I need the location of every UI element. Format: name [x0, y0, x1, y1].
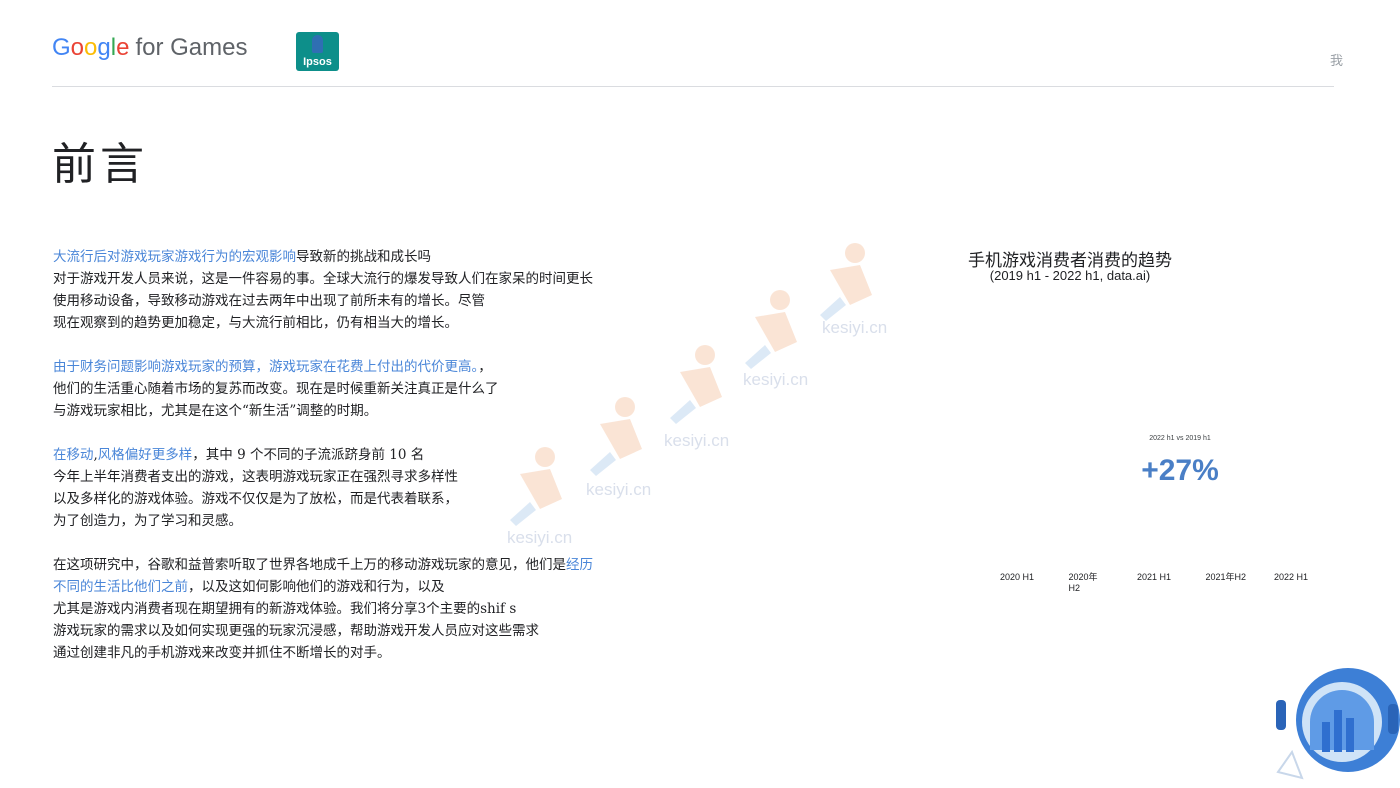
astronaut-mascot-icon: [1276, 668, 1400, 780]
paragraph-line: 尤其是游戏内消费者现在期望拥有的新游戏体验。我们将分享3个主要的shif s: [53, 598, 693, 620]
body-text: 大流行后对游戏玩家游戏行为的宏观影响导致新的挑战和成长吗对于游戏开发人员来说，这…: [53, 246, 693, 686]
text-segment: 使用移动设备，导致移动游戏在过去两年中出现了前所未有的增长。尽管: [53, 293, 485, 309]
text-segment: 对于游戏开发人员来说，这是一件容易的事。全球大流行的爆发导致人们在家呆的时间更长: [53, 271, 593, 287]
text-segment: 导致新的挑战和成长吗: [296, 249, 431, 265]
logo-letter: G: [52, 34, 71, 61]
logo-letter: o: [70, 34, 85, 61]
paragraph-line: 通过创建非凡的手机游戏来改变并抓住不断增长的对手。: [53, 642, 693, 664]
paragraph-line: 现在观察到的趋势更加稳定，与大流行前相比，仍有相当大的增长。: [53, 312, 693, 334]
watermark-text: kesiyi.cn: [822, 318, 888, 337]
ipsos-logo-text: Ipsos: [303, 56, 332, 68]
paragraph-line: 由于财务问题影响游戏玩家的预算，游戏玩家在花费上付出的代价更高。，: [53, 356, 693, 378]
paragraph-line: 不同的生活比他们之前，以及这如何影响他们的游戏和行为，以及: [53, 576, 693, 598]
x-tick-label: 2020年 H2: [1068, 572, 1098, 593]
paragraph-line: 在这项研究中，谷歌和益普索听取了世界各地成千上万的移动游戏玩家的意见，他们是经历: [53, 554, 693, 576]
page-title: 前言: [52, 139, 148, 190]
paragraph: 由于财务问题影响游戏玩家的预算，游戏玩家在花费上付出的代价更高。， 他们的生活重心…: [53, 356, 693, 422]
header: Google for Games Ipsos 我: [0, 0, 1400, 88]
text-segment: 今年上半年消费者支出的游戏，这表明游戏玩家正在强烈寻求多样性: [53, 469, 458, 485]
text-segment: ，: [478, 359, 492, 375]
paragraph-line: 今年上半年消费者支出的游戏，这表明游戏玩家正在强烈寻求多样性: [53, 466, 693, 488]
x-tick-label: 2021 H1: [1137, 572, 1172, 582]
highlighted-phrase: 不同的生活比他们之前: [53, 579, 188, 595]
x-tick-label: 2022 H1: [1274, 572, 1309, 582]
growth-value: +27%: [1141, 454, 1219, 487]
logo-letter: o: [84, 34, 98, 61]
paragraph-line: 为了创造力，为了学习和灵感。: [53, 510, 693, 532]
paragraph: 在这项研究中，谷歌和益普索听取了世界各地成千上万的移动游戏玩家的意见，他们是经历…: [53, 554, 693, 664]
paragraph-line: 游戏玩家的需求以及如何实现更强的玩家沉浸感，帮助游戏开发人员应对这些需求: [53, 620, 693, 642]
text-segment: ，其中 9 个不同的子流派跻身前 10 名: [192, 447, 425, 463]
text-segment: ，以及这如何影响他们的游戏和行为，以及: [188, 579, 445, 595]
logo-letter: e: [116, 34, 130, 61]
paragraph-line: 与游戏玩家相比，尤其是在这个“新生活”调整的时期。: [53, 400, 693, 422]
ipsos-logo[interactable]: Ipsos: [296, 32, 339, 71]
highlighted-phrase: 大流行后对游戏玩家游戏行为的宏观影响: [53, 249, 296, 265]
chart-subtitle: (2019 h1 - 2022 h1, data.ai): [989, 268, 1151, 283]
text-segment: 现在观察到的趋势更加稳定，与大流行前相比，仍有相当大的增长。: [53, 315, 458, 331]
text-segment: 尤其是游戏内消费者现在期望拥有的新游戏体验。我们将分享3个主要的shif s: [53, 601, 517, 617]
x-tick-label: 2021年H2: [1205, 572, 1247, 582]
text-segment: 与游戏玩家相比，尤其是在这个“新生活”调整的时期。: [53, 403, 378, 419]
paragraph: 大流行后对游戏玩家游戏行为的宏观影响导致新的挑战和成长吗对于游戏开发人员来说，这…: [53, 246, 693, 334]
paragraph-line: 使用移动设备，导致移动游戏在过去两年中出现了前所未有的增长。尽管: [53, 290, 693, 312]
logo-letter: g: [97, 34, 111, 61]
highlighted-phrase: 由于财务问题影响游戏玩家的预算，游戏玩家在花费上付出的代价更高。: [53, 359, 479, 375]
paragraph-line: 他们的生活重心随着市场的复苏而改变。现在是时候重新关注真正是什么了: [53, 378, 693, 400]
header-divider: [52, 86, 1334, 87]
text-segment: 通过创建非凡的手机游戏来改变并抓住不断增长的对手。: [53, 645, 391, 661]
paragraph-line: 对于游戏开发人员来说，这是一件容易的事。全球大流行的爆发导致人们在家呆的时间更长: [53, 268, 693, 290]
highlighted-phrase: 在移动: [53, 447, 94, 463]
paragraph: 在移动,风格偏好更多样，其中 9 个不同的子流派跻身前 10 名今年上半年消费者…: [53, 444, 693, 532]
highlighted-phrase: 经历: [566, 557, 593, 573]
highlighted-phrase: 风格偏好更多样: [97, 447, 193, 463]
text-segment: 以及多样化的游戏体验。游戏不仅仅是为了放松，而是代表着联系，: [53, 491, 458, 507]
ipsos-logo-mark: [312, 35, 323, 53]
logo-text: for Games: [135, 34, 248, 61]
text-segment: 游戏玩家的需求以及如何实现更强的玩家沉浸感，帮助游戏开发人员应对这些需求: [53, 623, 539, 639]
text-segment: 他们的生活重心随着市场的复苏而改变。现在是时候重新关注真正是什么了: [53, 381, 499, 397]
text-segment: 为了创造力，为了学习和灵感。: [53, 513, 242, 529]
paragraph-line: 在移动,风格偏好更多样，其中 9 个不同的子流派跻身前 10 名: [53, 444, 693, 466]
text-segment: 在这项研究中，谷歌和益普索听取了世界各地成千上万的移动游戏玩家的意见，他们是: [53, 557, 566, 573]
paragraph-line: 大流行后对游戏玩家游戏行为的宏观影响导致新的挑战和成长吗: [53, 246, 693, 268]
watermark-text: kesiyi.cn: [743, 370, 809, 389]
corner-glyph: 我: [1330, 54, 1344, 69]
paragraph-line: 以及多样化的游戏体验。游戏不仅仅是为了放松，而是代表着联系，: [53, 488, 693, 510]
x-tick-label: 2020 H1: [1000, 572, 1035, 582]
chart-x-axis: 2020 H1 2020年 H2 2021 H1 2021年H2 2022 H1: [990, 572, 1320, 602]
google-for-games-logo[interactable]: Google for Games: [52, 34, 247, 62]
chart-annotation-label: 2022 h1 vs 2019 h1: [1149, 435, 1211, 442]
